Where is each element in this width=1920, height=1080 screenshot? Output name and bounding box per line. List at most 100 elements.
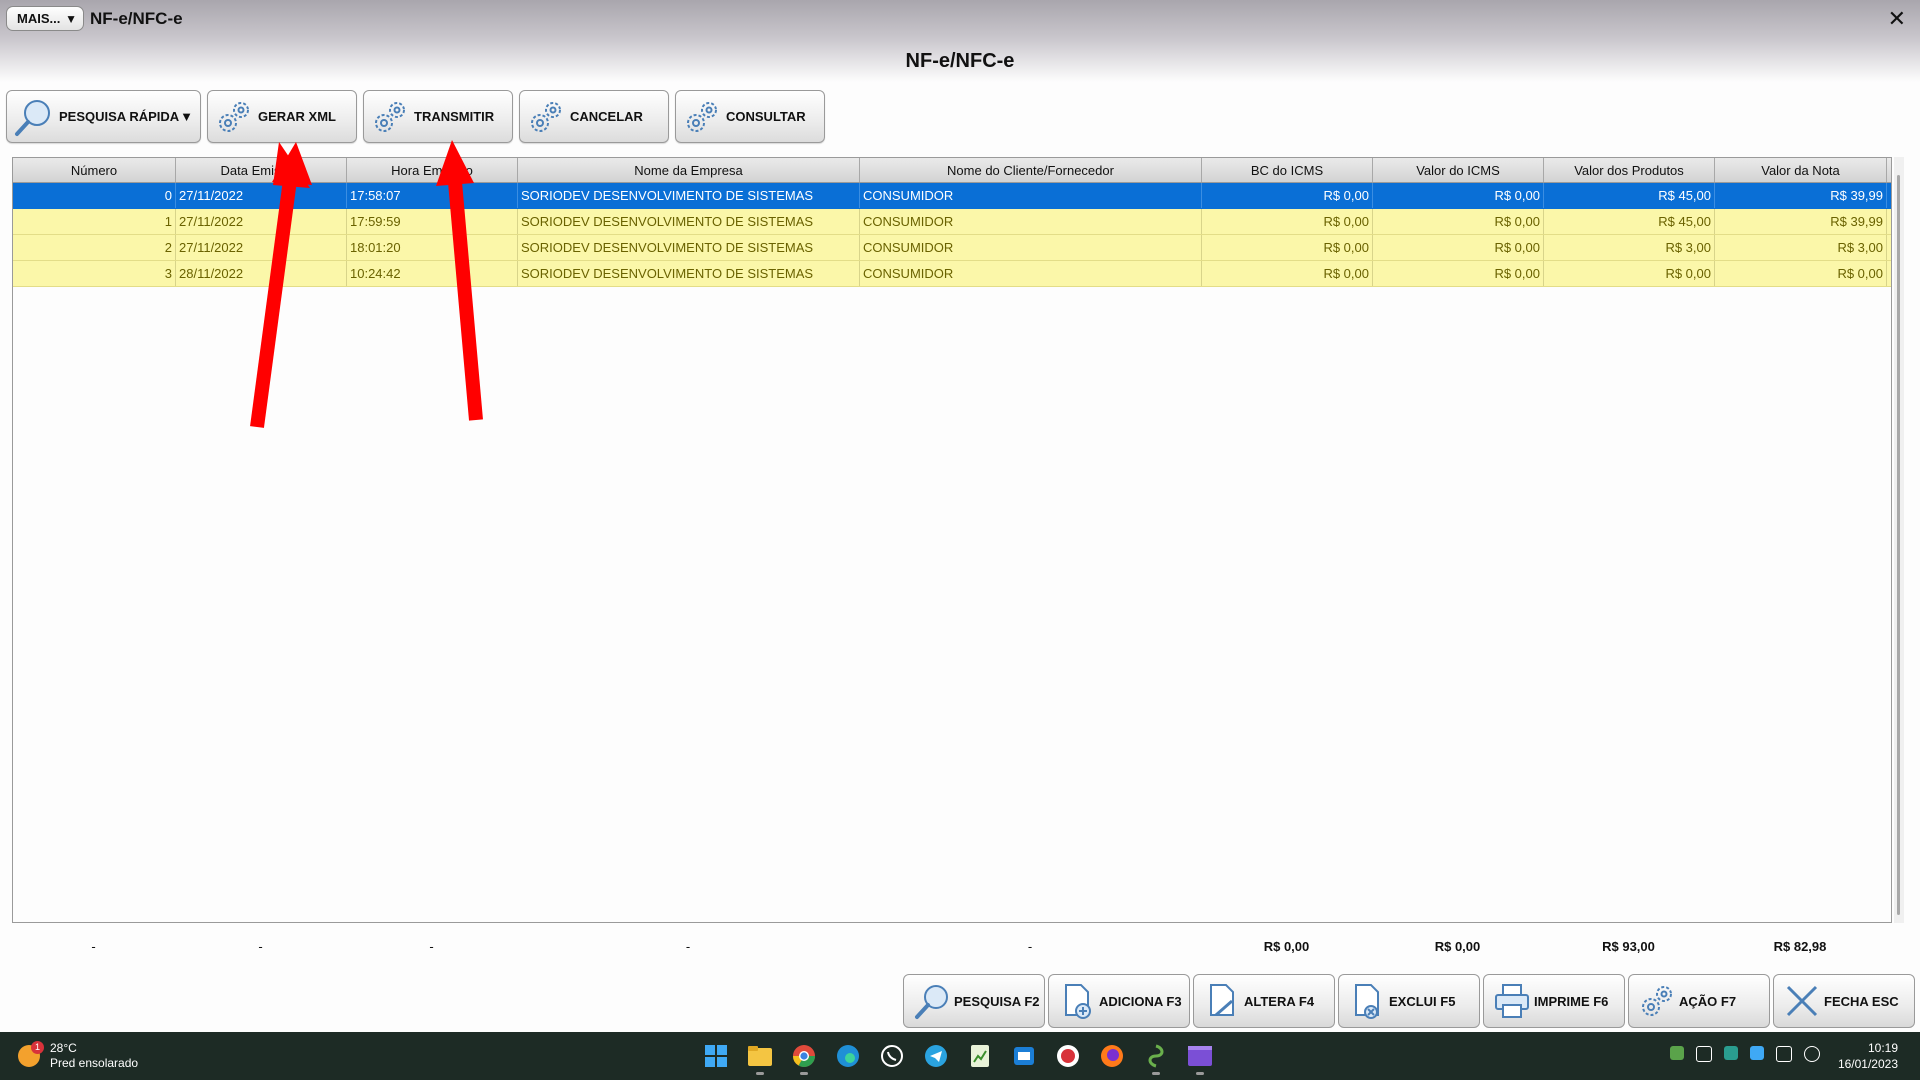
- dropdown-arrow-icon[interactable]: ▼: [180, 109, 193, 124]
- invoice-grid[interactable]: Número Data Emissão Hora Emissão Nome da…: [12, 157, 1892, 923]
- cell-data: 27/11/2022: [176, 235, 347, 260]
- column-header-numero[interactable]: Número: [13, 158, 176, 182]
- page-title: NF-e/NFC-e: [905, 50, 1015, 72]
- cell-data: 27/11/2022: [176, 183, 347, 208]
- table-row[interactable]: 3 28/11/2022 10:24:42 SORIODEV DESENVOLV…: [13, 261, 1891, 287]
- total-hora: -: [429, 938, 434, 954]
- cell-valor-nota: R$ 39,99: [1715, 183, 1887, 208]
- cell-cliente: CONSUMIDOR: [860, 209, 1202, 234]
- network-icon[interactable]: [1776, 1046, 1792, 1062]
- cell-cliente: CONSUMIDOR: [860, 183, 1202, 208]
- add-f3-label: ADICIONA F3: [1099, 993, 1182, 1009]
- cancel-button[interactable]: CANCELAR: [519, 90, 669, 143]
- cell-hora: 18:01:20: [347, 235, 518, 260]
- total-cliente: -: [1027, 938, 1033, 954]
- taskbar-apps: [700, 1040, 1216, 1075]
- cell-numero: 2: [13, 235, 176, 260]
- cell-data: 28/11/2022: [176, 261, 347, 286]
- search-f2-label: PESQUISA F2: [954, 993, 1040, 1009]
- close-esc-label: FECHA ESC: [1824, 993, 1899, 1009]
- close-icon: [1786, 985, 1818, 1017]
- app-title: NF-e/NFC-e: [90, 9, 183, 28]
- total-valor-nota: R$ 82,98: [1773, 938, 1827, 954]
- grid-header: Número Data Emissão Hora Emissão Nome da…: [13, 158, 1891, 183]
- column-header-valor-icms[interactable]: Valor do ICMS: [1373, 158, 1544, 182]
- app-green-icon[interactable]: [1140, 1040, 1172, 1075]
- transmit-button[interactable]: TRANSMITIR: [363, 90, 513, 143]
- spreadsheet-app-icon[interactable]: [964, 1040, 996, 1072]
- onedrive-icon[interactable]: [1750, 1046, 1764, 1060]
- column-header-data-emissao[interactable]: Data Emissão: [176, 158, 347, 182]
- security-icon[interactable]: [1724, 1046, 1738, 1060]
- print-f6-button[interactable]: IMPRIME F6: [1483, 974, 1625, 1028]
- action-f7-button[interactable]: AÇÃO F7: [1628, 974, 1770, 1028]
- weather-sun-icon: 1: [18, 1041, 44, 1067]
- weather-widget[interactable]: 1 28°C Pred ensolarado: [18, 1041, 138, 1071]
- cell-empresa: SORIODEV DESENVOLVIMENTO DE SISTEMAS: [518, 183, 860, 208]
- table-row[interactable]: 0 27/11/2022 17:58:07 SORIODEV DESENVOLV…: [13, 183, 1891, 209]
- gears-icon: [219, 101, 249, 132]
- cell-empresa: SORIODEV DESENVOLVIMENTO DE SISTEMAS: [518, 209, 860, 234]
- usb-icon[interactable]: [1696, 1046, 1712, 1062]
- column-header-hora-emissao[interactable]: Hora Emissão: [347, 158, 518, 182]
- taskbar-clock[interactable]: 10:19 16/01/2023: [1838, 1040, 1898, 1072]
- consult-button[interactable]: CONSULTAR: [675, 90, 825, 143]
- edge-icon[interactable]: [832, 1040, 864, 1072]
- print-f6-label: IMPRIME F6: [1534, 993, 1609, 1009]
- search-f2-button[interactable]: PESQUISA F2: [903, 974, 1045, 1028]
- table-row[interactable]: 1 27/11/2022 17:59:59 SORIODEV DESENVOLV…: [13, 209, 1891, 235]
- delete-f5-label: EXCLUI F5: [1389, 993, 1456, 1009]
- cell-valor-produtos: R$ 3,00: [1544, 235, 1715, 260]
- column-header-bc-icms[interactable]: BC do ICMS: [1202, 158, 1373, 182]
- gears-icon: [687, 101, 717, 132]
- whatsapp-icon[interactable]: [876, 1040, 908, 1072]
- close-esc-button[interactable]: FECHA ESC: [1773, 974, 1915, 1028]
- totals-row: - - - - - R$ 0,00 R$ 0,00 R$ 93,00 R$ 82…: [12, 936, 1892, 956]
- clock-time: 10:19: [1867, 1041, 1898, 1055]
- chrome-icon[interactable]: [788, 1040, 820, 1075]
- weather-temperature: 28°C: [50, 1041, 77, 1055]
- telegram-icon[interactable]: [920, 1040, 952, 1072]
- mais-menu-label: MAIS...: [17, 11, 61, 26]
- column-header-nome-empresa[interactable]: Nome da Empresa: [518, 158, 860, 182]
- column-header-valor-nota[interactable]: Valor da Nota: [1715, 158, 1887, 182]
- table-row[interactable]: 2 27/11/2022 18:01:20 SORIODEV DESENVOLV…: [13, 235, 1891, 261]
- taskbar: 1 28°C Pred ensolarado 10:19 16/01/2023: [0, 1032, 1920, 1080]
- file-explorer-icon[interactable]: [744, 1040, 776, 1075]
- tray-app-icon[interactable]: [1670, 1046, 1684, 1060]
- cell-hora: 17:58:07: [347, 183, 518, 208]
- cell-valor-icms: R$ 0,00: [1373, 209, 1544, 234]
- column-header-valor-produtos[interactable]: Valor dos Produtos: [1544, 158, 1715, 182]
- cell-bc-icms: R$ 0,00: [1202, 235, 1373, 260]
- title-bar: MAIS... ▼ NF-e/NFC-e ✕: [0, 0, 1920, 38]
- generate-xml-button[interactable]: GERAR XML: [207, 90, 357, 143]
- volume-icon[interactable]: [1804, 1046, 1820, 1062]
- system-tray: [1670, 1046, 1820, 1062]
- windows-start-icon[interactable]: [700, 1040, 732, 1072]
- cell-valor-produtos: R$ 45,00: [1544, 183, 1715, 208]
- generate-xml-label: GERAR XML: [258, 109, 336, 124]
- delete-f5-button[interactable]: EXCLUI F5: [1338, 974, 1480, 1028]
- edit-f4-button[interactable]: ALTERA F4: [1193, 974, 1335, 1028]
- cell-bc-icms: R$ 0,00: [1202, 209, 1373, 234]
- app-purple-icon[interactable]: [1184, 1040, 1216, 1075]
- add-document-icon: [1065, 984, 1091, 1019]
- cell-numero: 3: [13, 261, 176, 286]
- cell-valor-produtos: R$ 0,00: [1544, 261, 1715, 286]
- close-icon[interactable]: ✕: [1888, 6, 1906, 32]
- app-red-icon[interactable]: [1052, 1040, 1084, 1072]
- cell-numero: 1: [13, 209, 176, 234]
- mais-menu-button[interactable]: MAIS... ▼: [6, 6, 84, 31]
- cell-valor-produtos: R$ 45,00: [1544, 209, 1715, 234]
- gears-icon: [1642, 986, 1672, 1016]
- outlook-icon[interactable]: [1008, 1040, 1040, 1072]
- quick-search-button[interactable]: PESQUISA RÁPIDA ▼: [6, 90, 201, 143]
- printer-icon: [1495, 984, 1529, 1018]
- cell-valor-nota: R$ 0,00: [1715, 261, 1887, 286]
- scrollbar-thumb[interactable]: [1897, 175, 1900, 915]
- column-header-nome-cliente[interactable]: Nome do Cliente/Fornecedor: [860, 158, 1202, 182]
- firefox-icon[interactable]: [1096, 1040, 1128, 1072]
- cell-valor-icms: R$ 0,00: [1373, 261, 1544, 286]
- add-f3-button[interactable]: ADICIONA F3: [1048, 974, 1190, 1028]
- total-data: -: [258, 938, 263, 954]
